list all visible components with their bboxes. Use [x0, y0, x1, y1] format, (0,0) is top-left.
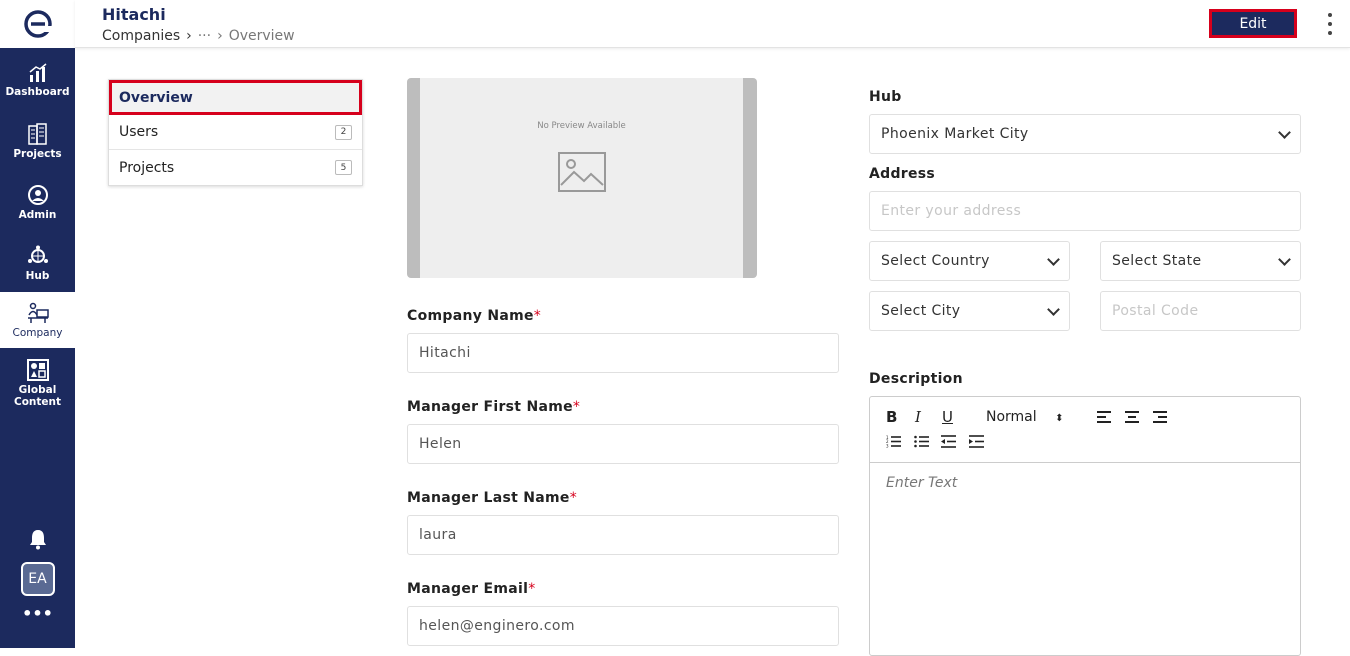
nav-company-label: Company — [12, 326, 63, 339]
section-nav: Overview Users 2 Projects 5 — [108, 79, 363, 186]
svg-text:3: 3 — [886, 444, 889, 449]
description-label: Description — [869, 371, 963, 387]
heading-select[interactable]: Normal ⬍ — [986, 409, 1064, 425]
hub-select-value: Phoenix Market City — [881, 126, 1029, 142]
align-left-icon[interactable] — [1097, 411, 1111, 423]
top-bar: Hitachi Companies › ··· › Overview Edit — [75, 0, 1350, 48]
heading-select-value: Normal — [986, 409, 1037, 425]
state-select-value: Select State — [1112, 253, 1202, 269]
subnav-overview-label: Overview — [119, 89, 193, 106]
kebab-menu-icon[interactable] — [1325, 13, 1335, 35]
postal-code-input[interactable]: Postal Code — [1100, 291, 1301, 331]
bullet-list-icon[interactable] — [914, 435, 929, 448]
company-name-field[interactable]: Hitachi — [407, 333, 839, 373]
nav-dashboard-label: Dashboard — [5, 85, 70, 98]
state-select[interactable]: Select State — [1100, 241, 1301, 281]
nav-global-label-line2: Content — [13, 395, 62, 408]
align-right-icon[interactable] — [1153, 411, 1167, 423]
user-avatar-button[interactable]: EA — [0, 562, 75, 596]
nav-hub-label: Hub — [25, 269, 50, 282]
logo-icon — [23, 10, 52, 38]
chevron-right-icon: › — [186, 28, 192, 44]
breadcrumb-companies[interactable]: Companies — [102, 28, 180, 44]
subnav-users-label: Users — [119, 124, 159, 140]
manager-first-name-label: Manager First Name* — [407, 399, 581, 415]
chart-icon — [29, 62, 46, 82]
company-icon — [27, 302, 49, 323]
preview-area: No Preview Available — [420, 78, 743, 278]
chevron-down-icon — [1047, 252, 1060, 266]
nav-dashboard[interactable]: Dashboard — [0, 52, 75, 108]
chevron-down-icon — [1278, 125, 1291, 139]
avatar: EA — [20, 562, 55, 596]
no-preview-text: No Preview Available — [537, 121, 626, 131]
subnav-users[interactable]: Users 2 — [109, 115, 362, 150]
manager-last-name-field[interactable]: laura — [407, 515, 839, 555]
city-select-value: Select City — [881, 303, 961, 319]
city-select[interactable]: Select City — [869, 291, 1070, 331]
align-center-icon[interactable] — [1125, 411, 1139, 423]
address-input[interactable]: Enter your address — [869, 191, 1301, 231]
manager-last-name-label: Manager Last Name* — [407, 490, 578, 506]
breadcrumb-overview: Overview — [228, 28, 295, 44]
global-content-icon — [26, 358, 49, 381]
chevron-right-icon: › — [217, 28, 223, 44]
sidebar: Dashboard Projects Admin Hub Company Glo… — [0, 0, 75, 648]
nav-projects[interactable]: Projects — [0, 113, 75, 169]
manager-email-field[interactable]: helen@enginero.com — [407, 606, 839, 646]
updown-icon: ⬍ — [1055, 413, 1064, 424]
more-icon: ••• — [22, 604, 53, 623]
editor-toolbar: B I U Normal ⬍ 123 — [870, 397, 1300, 463]
hub-icon — [27, 245, 48, 263]
company-name-label: Company Name* — [407, 308, 542, 324]
chevron-down-icon — [1047, 302, 1060, 316]
underline-icon[interactable]: U — [942, 408, 953, 426]
app-logo[interactable] — [0, 0, 75, 48]
users-count-badge: 2 — [335, 124, 352, 140]
projects-count-badge: 5 — [335, 160, 352, 175]
nav-global-label-line1: Global — [18, 383, 57, 396]
company-image-preview[interactable]: No Preview Available — [407, 78, 757, 278]
description-editor: B I U Normal ⬍ 123 Enter Text — [869, 396, 1301, 656]
breadcrumb: Companies › ··· › Overview — [102, 28, 295, 44]
address-label: Address — [869, 166, 936, 182]
indent-icon[interactable] — [969, 435, 984, 448]
nav-projects-label: Projects — [13, 147, 62, 160]
more-menu-button[interactable]: ••• — [0, 604, 75, 623]
nav-hub[interactable]: Hub — [0, 235, 75, 291]
breadcrumb-ellipsis[interactable]: ··· — [198, 28, 211, 44]
page-title: Hitachi — [102, 5, 166, 24]
subnav-projects[interactable]: Projects 5 — [109, 150, 362, 185]
ordered-list-icon[interactable]: 123 — [886, 435, 901, 448]
image-placeholder-icon — [558, 152, 606, 192]
building-icon — [27, 122, 47, 145]
country-select-value: Select Country — [881, 253, 990, 269]
manager-email-label: Manager Email* — [407, 581, 536, 597]
italic-icon[interactable]: I — [915, 408, 921, 426]
admin-icon — [27, 184, 48, 205]
chevron-down-icon — [1278, 252, 1291, 266]
manager-first-name-field[interactable]: Helen — [407, 424, 839, 464]
edit-button[interactable]: Edit — [1209, 9, 1297, 38]
description-text-area[interactable]: Enter Text — [870, 463, 1300, 503]
subnav-overview[interactable]: Overview — [109, 80, 362, 115]
outdent-icon[interactable] — [941, 435, 956, 448]
hub-label: Hub — [869, 89, 902, 105]
bell-icon — [29, 530, 46, 550]
country-select[interactable]: Select Country — [869, 241, 1070, 281]
subnav-projects-label: Projects — [119, 159, 175, 176]
nav-admin[interactable]: Admin — [0, 174, 75, 230]
notifications-button[interactable] — [0, 528, 75, 550]
nav-admin-label: Admin — [18, 208, 57, 221]
hub-select[interactable]: Phoenix Market City — [869, 114, 1301, 154]
nav-company[interactable]: Company — [0, 292, 75, 348]
nav-global-content[interactable]: Global Content — [0, 352, 75, 414]
bold-icon[interactable]: B — [886, 408, 897, 426]
